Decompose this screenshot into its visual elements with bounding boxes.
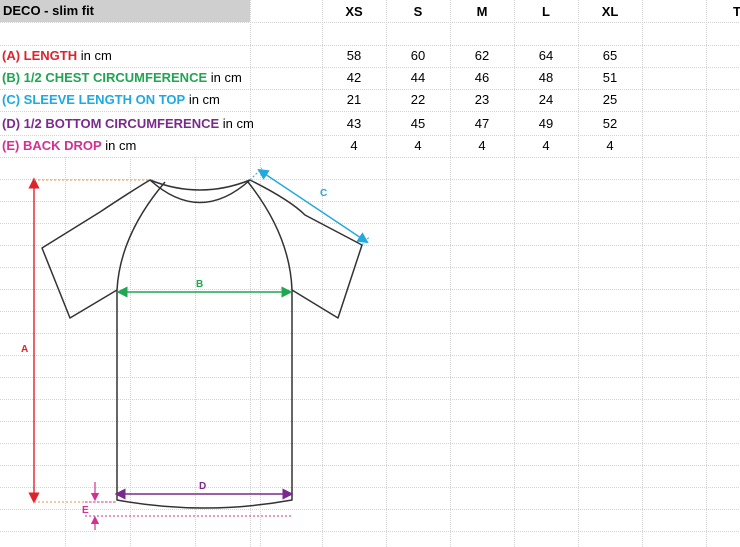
row-key-sleeve: (C) SLEEVE LENGTH ON TOP	[2, 92, 186, 107]
size-header-m[interactable]: M	[450, 1, 514, 23]
label-e: E	[82, 505, 89, 516]
cell-chest-m[interactable]: 46	[450, 67, 514, 89]
cell-length-xl[interactable]: 65	[578, 45, 642, 67]
row-key-length: (A) LENGTH	[2, 48, 78, 63]
row-label-chest[interactable]: (B) 1/2 CHEST CIRCUMFERENCE in cm	[0, 67, 242, 89]
cell-length-m[interactable]: 62	[450, 45, 514, 67]
tshirt-measurement-diagram[interactable]: A B C D E	[0, 160, 380, 547]
cell-backdrop-s[interactable]: 4	[386, 135, 450, 157]
cell-chest-xs[interactable]: 42	[322, 67, 386, 89]
cell-length-s[interactable]: 60	[386, 45, 450, 67]
cell-backdrop-xs[interactable]: 4	[322, 135, 386, 157]
row-key-chest: (B) 1/2 CHEST CIRCUMFERENCE	[2, 70, 208, 85]
cell-chest-l[interactable]: 48	[514, 67, 578, 89]
cell-sleeve-m[interactable]: 23	[450, 89, 514, 111]
cell-bottom-m[interactable]: 47	[450, 113, 514, 135]
cell-chest-s[interactable]: 44	[386, 67, 450, 89]
row-unit-length: in cm	[77, 48, 112, 63]
label-d: D	[199, 481, 206, 492]
cell-backdrop-m[interactable]: 4	[450, 135, 514, 157]
row-label-backdrop[interactable]: (E) BACK DROP in cm	[0, 135, 136, 157]
row-label-length[interactable]: (A) LENGTH in cm	[0, 45, 112, 67]
cell-bottom-xs[interactable]: 43	[322, 113, 386, 135]
label-a: A	[21, 344, 28, 355]
cell-sleeve-xs[interactable]: 21	[322, 89, 386, 111]
sheet-title[interactable]: DECO - slim fit	[0, 0, 250, 22]
size-header-l[interactable]: L	[514, 1, 578, 23]
label-c: C	[320, 188, 327, 199]
row-unit-sleeve: in cm	[185, 92, 220, 107]
row-label-bottom[interactable]: (D) 1/2 BOTTOM CIRCUMFERENCE in cm	[0, 113, 254, 135]
tshirt-outline	[41, 179, 363, 509]
cell-length-xs[interactable]: 58	[322, 45, 386, 67]
cell-bottom-l[interactable]: 49	[514, 113, 578, 135]
size-header-s[interactable]: S	[386, 1, 450, 23]
label-b: B	[196, 279, 203, 290]
cell-bottom-s[interactable]: 45	[386, 113, 450, 135]
extra-column-header[interactable]: T	[733, 1, 740, 23]
cell-sleeve-l[interactable]: 24	[514, 89, 578, 111]
size-header-xl[interactable]: XL	[578, 1, 642, 23]
size-header-xs[interactable]: XS	[322, 1, 386, 23]
cell-sleeve-s[interactable]: 22	[386, 89, 450, 111]
cell-length-l[interactable]: 64	[514, 45, 578, 67]
row-label-sleeve[interactable]: (C) SLEEVE LENGTH ON TOP in cm	[0, 89, 220, 111]
row-unit-backdrop: in cm	[101, 138, 137, 153]
cell-backdrop-l[interactable]: 4	[514, 135, 578, 157]
row-unit-bottom: in cm	[219, 116, 254, 131]
cell-sleeve-xl[interactable]: 25	[578, 89, 642, 111]
spreadsheet: DECO - slim fit XS S M L XL T (A) LENGTH…	[0, 0, 740, 547]
row-key-bottom: (D) 1/2 BOTTOM CIRCUMFERENCE	[2, 116, 220, 131]
row-unit-chest: in cm	[207, 70, 242, 85]
cell-backdrop-xl[interactable]: 4	[578, 135, 642, 157]
cell-bottom-xl[interactable]: 52	[578, 113, 642, 135]
cell-chest-xl[interactable]: 51	[578, 67, 642, 89]
row-key-backdrop: (E) BACK DROP	[2, 138, 102, 153]
